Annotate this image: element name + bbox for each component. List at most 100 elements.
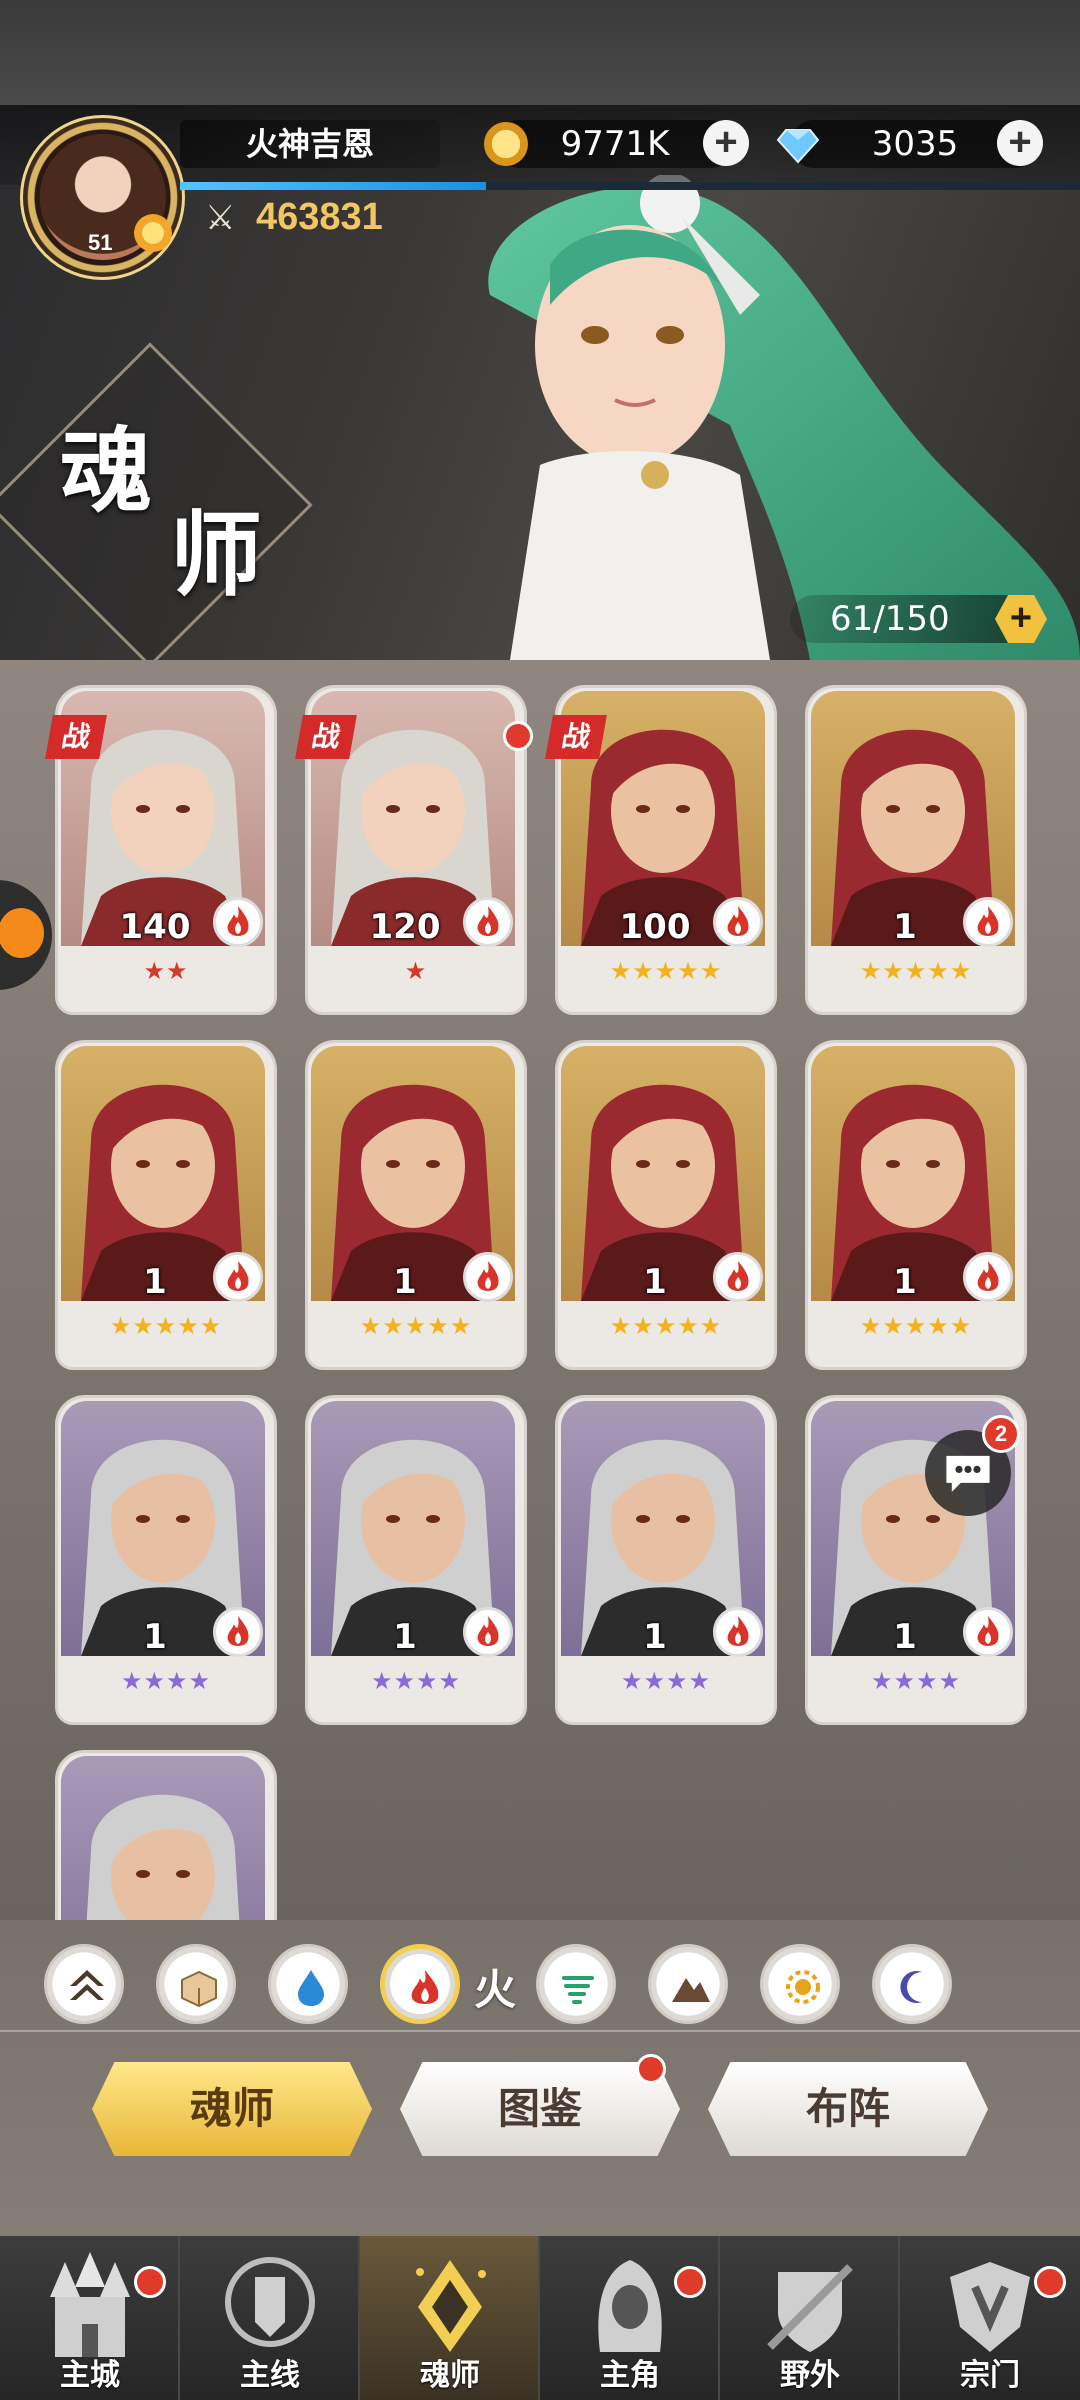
- hero-star-rating: ★★★★: [370, 1668, 462, 1695]
- add-gold-button[interactable]: +: [703, 120, 749, 166]
- hero-card[interactable]: 1 ★★★★: [55, 1395, 277, 1725]
- nav-sect[interactable]: 宗门: [900, 2236, 1080, 2400]
- divider: [0, 2030, 1080, 2032]
- nav-label: 野外: [780, 2358, 840, 2393]
- hero-level: 100: [619, 907, 691, 947]
- hero-level: 1: [393, 1617, 417, 1657]
- hero-star-rating: ★★★★: [870, 1668, 962, 1695]
- diamond-icon: [776, 129, 820, 164]
- fire-element-icon: [213, 1607, 263, 1657]
- hooded-figure-icon: [598, 2260, 662, 2352]
- nav-main-quest[interactable]: 主线: [180, 2236, 360, 2400]
- hero-level: 120: [369, 907, 441, 947]
- nav-label: 宗门: [960, 2358, 1020, 2393]
- page-title: 魂 师: [60, 425, 266, 601]
- hero-star-rating: ★★★★: [120, 1668, 212, 1695]
- hero-card[interactable]: 120 ★ 战: [295, 685, 533, 1015]
- element-filter-earth[interactable]: [648, 1944, 728, 2024]
- nav-protagonist-notification: [674, 2266, 706, 2298]
- gem-value: 3035: [871, 124, 959, 164]
- hero-card[interactable]: 1 ★★★★★: [805, 685, 1027, 1015]
- nav-heroes[interactable]: 魂师: [360, 2236, 540, 2400]
- hero-star-rating: ★★★★★: [859, 958, 973, 985]
- hero-level: 1: [643, 1617, 667, 1657]
- sect-crest-icon: [950, 2262, 1030, 2352]
- fire-element-icon: [713, 1252, 763, 1302]
- featured-hero-art: [488, 175, 1080, 660]
- in-battle-tag: 战: [295, 715, 357, 759]
- hero-star-rating: ★★: [143, 958, 189, 985]
- fire-icon: [411, 1970, 439, 2004]
- subtab-formation[interactable]: 布阵: [708, 2062, 988, 2156]
- element-filter-dark[interactable]: [872, 1944, 952, 2024]
- hero-card[interactable]: 140 ★★ 战: [45, 685, 277, 1015]
- hero-level: 1: [643, 1262, 667, 1302]
- in-battle-tag: 战: [45, 715, 107, 759]
- crossed-swords-icon: ⚔: [205, 199, 236, 237]
- box-icon: [181, 1970, 217, 2008]
- nav-main-city-notification: [134, 2266, 166, 2298]
- hero-level: 1: [143, 1617, 167, 1657]
- hero-star-rating: ★★★★★: [609, 958, 723, 985]
- hero-card[interactable]: 1 ★★★★★: [805, 1040, 1027, 1370]
- element-filter-box[interactable]: [156, 1944, 236, 2024]
- hero-star-rating: ★★★★: [620, 1668, 712, 1695]
- hero-card[interactable]: 1 ★★★★: [555, 1395, 777, 1725]
- hero-card[interactable]: 1 ★★★★★: [555, 1040, 777, 1370]
- light-icon: [786, 1970, 820, 2004]
- add-gems-button[interactable]: +: [997, 120, 1043, 166]
- element-filter-fire[interactable]: [380, 1944, 460, 2024]
- chat-unread-badge: 2: [982, 1415, 1020, 1453]
- fire-element-icon: [213, 1252, 263, 1302]
- hero-card[interactable]: 1 ★★★★: [305, 1395, 527, 1725]
- hero-capacity-text: 61/150: [830, 599, 950, 639]
- hero-star-rating: ★★★★★: [609, 1313, 723, 1340]
- fire-element-icon: [963, 1607, 1013, 1657]
- xp-bar: [180, 182, 1080, 190]
- hero-card-notification: [503, 721, 533, 751]
- fire-element-icon: [463, 1607, 513, 1657]
- element-filter-water[interactable]: [268, 1944, 348, 2024]
- active-filter-label: 火: [474, 1965, 517, 2014]
- subtab-codex-notification: [636, 2054, 666, 2084]
- in-battle-tag: 战: [545, 715, 607, 759]
- nav-wild[interactable]: 野外: [720, 2236, 900, 2400]
- fire-element-icon: [963, 1252, 1013, 1302]
- player-level: 51: [88, 230, 113, 255]
- hero-card[interactable]: 1 ★★★★★: [305, 1040, 527, 1370]
- page-title-char-2: 师: [170, 501, 267, 609]
- hero-level: 1: [893, 1262, 917, 1302]
- combat-power: 463831: [256, 196, 383, 238]
- nav-main-city[interactable]: 主城: [0, 2236, 180, 2400]
- shield-sword-icon: [767, 2264, 853, 2352]
- subtab-heroes[interactable]: 魂师: [92, 2062, 372, 2156]
- hero-card[interactable]: 100 ★★★★★ 战: [545, 685, 777, 1015]
- sun-icon: [134, 214, 172, 252]
- fire-element-icon: [713, 1607, 763, 1657]
- hero-star-rating: ★★★★★: [359, 1313, 473, 1340]
- earth-icon: [672, 1978, 710, 2002]
- hero-level: 1: [143, 1262, 167, 1302]
- pet-icon: [0, 908, 44, 958]
- quest-shield-icon: [225, 2257, 315, 2347]
- hero-portrait: [61, 1756, 265, 1920]
- chat-bubble-icon: [946, 1455, 990, 1492]
- nav-label: 魂师: [420, 2358, 480, 2393]
- element-filter-wind[interactable]: [536, 1944, 616, 2024]
- hero-card[interactable]: 1 ★★★★★: [55, 1040, 277, 1370]
- fire-element-icon: [713, 897, 763, 947]
- hero-level: 140: [119, 907, 191, 947]
- hero-card[interactable]: [55, 1750, 277, 1920]
- nav-sect-notification: [1034, 2266, 1066, 2298]
- hero-star-rating: ★★★★★: [859, 1313, 973, 1340]
- water-icon: [298, 1970, 324, 2006]
- element-filter-all[interactable]: [44, 1944, 124, 2024]
- gold-value: 9771K: [560, 124, 670, 164]
- fire-element-icon: [463, 897, 513, 947]
- hero-level: 1: [893, 1617, 917, 1657]
- hero-level: 1: [393, 1262, 417, 1302]
- element-filter-light[interactable]: [760, 1944, 840, 2024]
- hero-level: 1: [893, 907, 917, 947]
- fire-element-icon: [463, 1252, 513, 1302]
- nav-protagonist[interactable]: 主角: [540, 2236, 720, 2400]
